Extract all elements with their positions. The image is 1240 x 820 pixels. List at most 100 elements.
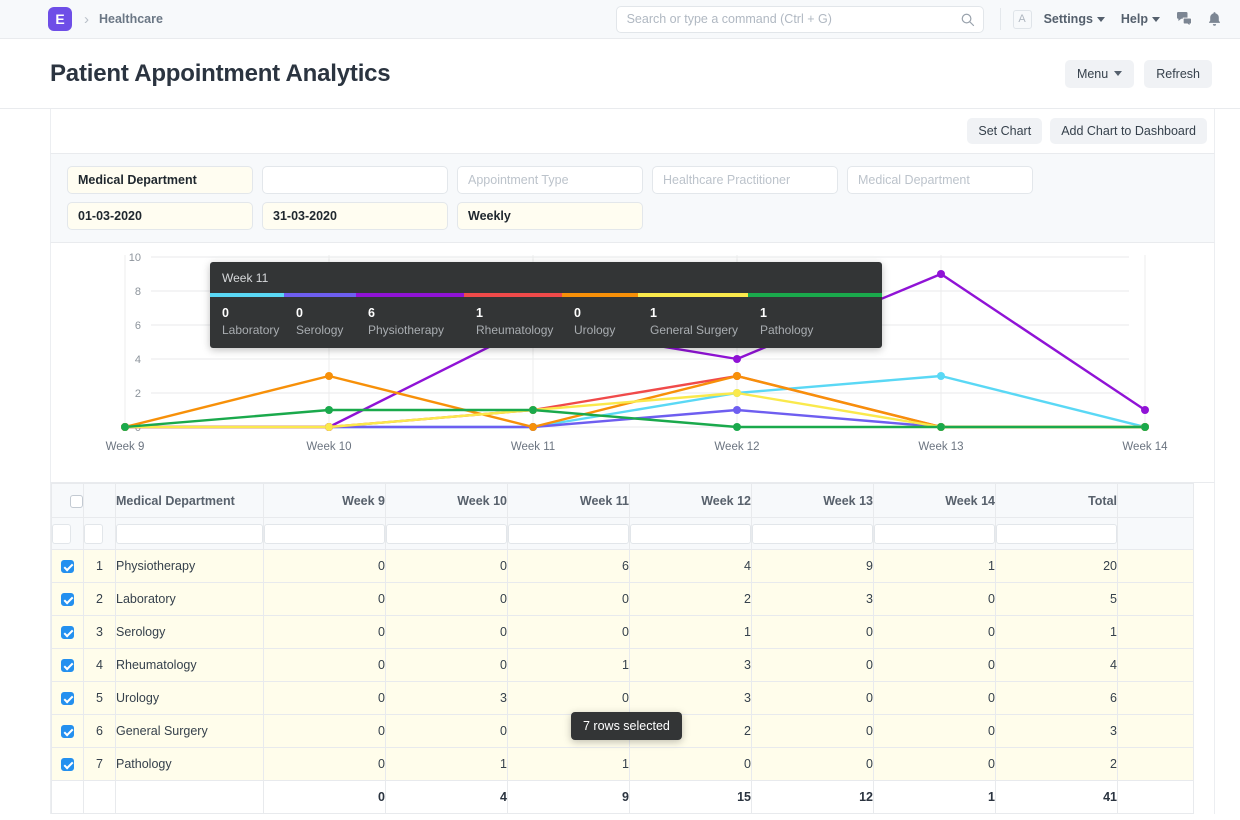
add-chart-to-dashboard-button[interactable]: Add Chart to Dashboard [1050,118,1207,144]
table-cell-week[interactable]: 3 [386,682,508,715]
row-checkbox[interactable] [61,692,74,705]
table-cell-week[interactable]: 0 [264,682,386,715]
table-cell-department[interactable]: Laboratory [116,583,264,616]
table-cell-week[interactable]: 0 [386,715,508,748]
row-checkbox[interactable] [61,593,74,606]
table-cell-week[interactable]: 0 [752,682,874,715]
avatar[interactable]: A [1013,10,1032,29]
table-filter-input[interactable] [508,524,629,544]
filter-from-date[interactable] [67,202,253,230]
table-column-header-week-11[interactable]: Week 11 [508,484,630,518]
table-cell-total[interactable]: 3 [996,715,1118,748]
refresh-button[interactable]: Refresh [1144,60,1212,88]
table-filter-input[interactable] [630,524,751,544]
table-cell-week[interactable]: 0 [386,616,508,649]
table-filter-input[interactable] [264,524,385,544]
table-cell-department[interactable]: General Surgery [116,715,264,748]
table-filter-input[interactable] [116,524,263,544]
table-cell-week[interactable]: 1 [386,748,508,781]
table-cell-total[interactable]: 6 [996,682,1118,715]
filter-appointment-type[interactable] [457,166,643,194]
chat-icon[interactable] [1176,11,1193,27]
table-cell-week[interactable]: 0 [752,649,874,682]
table-filter-input[interactable] [874,524,995,544]
table-cell-week[interactable]: 0 [752,748,874,781]
search-input[interactable] [616,6,984,33]
table-cell-week[interactable]: 2 [630,583,752,616]
table-column-header-week-13[interactable]: Week 13 [752,484,874,518]
table-cell-department[interactable]: Urology [116,682,264,715]
table-cell-week[interactable]: 3 [630,682,752,715]
filter-to-date[interactable] [262,202,448,230]
table-column-header-week-10[interactable]: Week 10 [386,484,508,518]
table-cell-week[interactable]: 0 [264,715,386,748]
set-chart-button[interactable]: Set Chart [967,118,1042,144]
table-cell-department[interactable]: Pathology [116,748,264,781]
table-cell-total[interactable]: 5 [996,583,1118,616]
row-checkbox[interactable] [61,758,74,771]
row-checkbox[interactable] [61,725,74,738]
table-cell-week[interactable]: 0 [508,583,630,616]
table-cell-week[interactable]: 0 [874,682,996,715]
table-cell-week[interactable]: 0 [508,616,630,649]
table-cell-week[interactable]: 1 [874,550,996,583]
table-cell-week[interactable]: 9 [752,550,874,583]
table-cell-week[interactable]: 3 [630,649,752,682]
table-filter-input[interactable] [996,524,1117,544]
table-filter-input[interactable] [386,524,507,544]
table-cell-total[interactable]: 20 [996,550,1118,583]
row-checkbox[interactable] [61,560,74,573]
table-cell-department[interactable]: Rheumatology [116,649,264,682]
table-row[interactable]: 1Physiotherapy00649120 [52,550,1194,583]
table-cell-week[interactable]: 0 [264,583,386,616]
help-dropdown[interactable]: Help [1121,12,1160,26]
breadcrumb-healthcare[interactable]: Healthcare [99,12,163,26]
table-filter-input[interactable] [84,524,103,544]
table-cell-week[interactable]: 0 [874,715,996,748]
table-cell-week[interactable]: 0 [386,583,508,616]
table-cell-week[interactable]: 0 [630,748,752,781]
table-row[interactable]: 2Laboratory0002305 [52,583,1194,616]
settings-dropdown[interactable]: Settings [1044,12,1105,26]
table-cell-week[interactable]: 0 [264,748,386,781]
table-cell-week[interactable]: 0 [874,616,996,649]
filter-secondary-field[interactable] [262,166,448,194]
app-logo[interactable]: E [48,7,72,31]
select-all-checkbox[interactable] [70,495,83,508]
table-column-header-week-12[interactable]: Week 12 [630,484,752,518]
table-cell-week[interactable]: 0 [264,616,386,649]
row-checkbox[interactable] [61,626,74,639]
row-checkbox[interactable] [61,659,74,672]
table-row[interactable]: 7Pathology0110002 [52,748,1194,781]
table-cell-total[interactable]: 1 [996,616,1118,649]
table-filter-input[interactable] [52,524,71,544]
table-cell-week[interactable]: 0 [264,550,386,583]
table-cell-week[interactable]: 6 [508,550,630,583]
table-cell-week[interactable]: 0 [874,748,996,781]
table-cell-week[interactable]: 1 [508,649,630,682]
table-row[interactable]: 5Urology0303006 [52,682,1194,715]
table-column-header-week-14[interactable]: Week 14 [874,484,996,518]
filter-interval[interactable] [457,202,643,230]
table-cell-week[interactable]: 4 [630,550,752,583]
filter-medical-department-2[interactable] [847,166,1033,194]
table-cell-week[interactable]: 0 [386,550,508,583]
table-row[interactable]: 3Serology0001001 [52,616,1194,649]
menu-button[interactable]: Menu [1065,60,1134,88]
table-column-header-medical-department[interactable]: Medical Department [116,484,264,518]
table-cell-week[interactable]: 0 [874,649,996,682]
table-cell-week[interactable]: 1 [508,748,630,781]
table-column-header-total[interactable]: Total [996,484,1118,518]
table-cell-week[interactable]: 3 [752,583,874,616]
table-column-header-week-9[interactable]: Week 9 [264,484,386,518]
table-cell-week[interactable]: 0 [386,649,508,682]
table-cell-department[interactable]: Physiotherapy [116,550,264,583]
table-cell-department[interactable]: Serology [116,616,264,649]
table-cell-week[interactable]: 0 [264,649,386,682]
table-cell-total[interactable]: 4 [996,649,1118,682]
table-cell-week[interactable]: 1 [630,616,752,649]
table-cell-week[interactable]: 0 [874,583,996,616]
table-cell-week[interactable]: 0 [508,682,630,715]
table-cell-week[interactable]: 0 [752,616,874,649]
bell-icon[interactable] [1207,11,1222,27]
